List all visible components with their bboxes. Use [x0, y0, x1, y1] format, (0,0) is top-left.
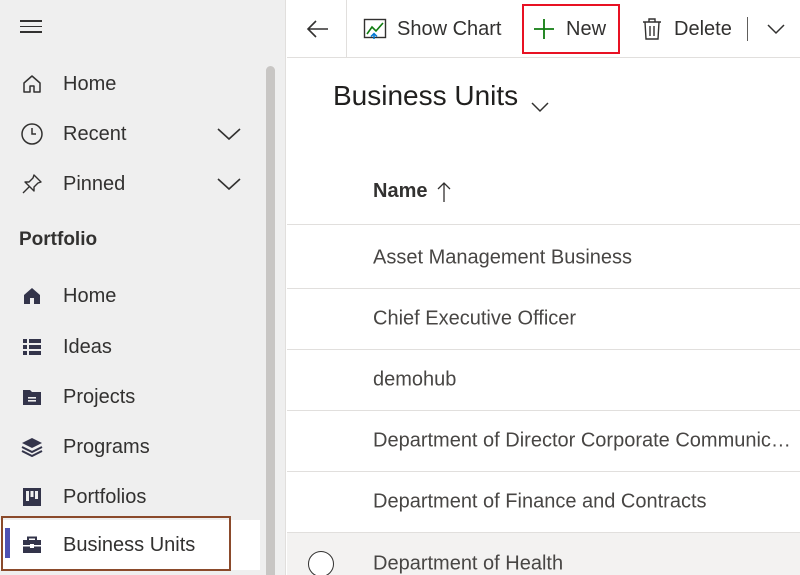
sidebar-group-title: Portfolio	[19, 229, 98, 250]
sidebar-item-label: Business Units	[63, 533, 196, 556]
sidebar-item-pinned[interactable]: Pinned	[0, 162, 262, 206]
selected-indicator	[5, 528, 10, 558]
sidebar: Home Recent Pinned Portfolio Home Ideas	[0, 0, 286, 575]
delete-label: Delete	[674, 17, 732, 40]
home-outline-icon	[20, 72, 44, 96]
command-bar: Show Chart New Delete	[287, 0, 800, 58]
show-chart-label: Show Chart	[397, 17, 502, 40]
table-row[interactable]: Chief Executive Officer	[287, 289, 800, 350]
row-name-cell[interactable]: Chief Executive Officer	[373, 308, 800, 331]
row-name-cell[interactable]: demohub	[373, 369, 800, 392]
sidebar-item-projects[interactable]: Projects	[0, 375, 262, 419]
view-title: Business Units	[333, 80, 519, 111]
sidebar-item-label: Home	[63, 72, 117, 95]
divider	[346, 0, 347, 58]
sidebar-item-label: Home	[63, 284, 117, 307]
table-row[interactable]: Department of Director Corporate Communi…	[287, 411, 800, 472]
new-button[interactable]: New	[532, 0, 606, 58]
column-header-label: Name	[373, 180, 428, 202]
row-name-cell[interactable]: Asset Management Business	[373, 247, 800, 270]
chevron-down-icon[interactable]	[216, 176, 242, 192]
sidebar-item-label: Pinned	[63, 172, 126, 195]
layers-icon	[20, 435, 44, 459]
new-label: New	[566, 17, 607, 40]
chevron-down-icon[interactable]	[216, 126, 242, 142]
hamburger-menu-icon[interactable]	[20, 20, 42, 34]
chevron-down-icon	[530, 89, 550, 113]
back-arrow-icon[interactable]	[301, 14, 333, 44]
chevron-down-icon[interactable]	[765, 20, 787, 38]
table-row[interactable]: demohub	[287, 350, 800, 411]
sidebar-item-ideas[interactable]: Ideas	[0, 325, 262, 369]
sidebar-item-recent[interactable]: Recent	[0, 112, 262, 156]
plus-icon	[532, 17, 556, 41]
show-chart-button[interactable]: Show Chart	[363, 0, 502, 58]
sidebar-scrollbar[interactable]	[266, 66, 275, 575]
chart-icon	[363, 17, 387, 41]
board-icon	[20, 485, 44, 509]
pin-icon	[20, 172, 44, 196]
sidebar-item-home[interactable]: Home	[0, 62, 262, 106]
delete-button[interactable]: Delete	[640, 0, 732, 58]
sidebar-item-programs[interactable]: Programs	[0, 425, 262, 469]
row-name-cell[interactable]: Department of Finance and Contracts	[373, 491, 800, 514]
folder-icon	[20, 385, 44, 409]
sidebar-item-label: Recent	[63, 122, 127, 145]
column-header-name[interactable]: Name	[373, 180, 451, 203]
home-filled-icon	[20, 284, 44, 308]
sidebar-item-business-units[interactable]: Business Units	[0, 520, 260, 570]
row-select-radio[interactable]	[308, 551, 334, 575]
sidebar-item-portfolios[interactable]: Portfolios	[0, 475, 262, 519]
trash-icon	[640, 17, 664, 41]
sidebar-item-label: Portfolios	[63, 485, 147, 508]
sidebar-item-label: Projects	[63, 385, 136, 408]
sidebar-item-portfolio-home[interactable]: Home	[0, 274, 262, 318]
table-row[interactable]: Asset Management Business	[287, 228, 800, 289]
sort-ascending-icon	[437, 181, 451, 203]
sidebar-item-label: Ideas	[63, 335, 112, 358]
row-name-cell[interactable]: Department of Health	[373, 553, 800, 575]
list-icon	[20, 335, 44, 359]
table-row[interactable]: Department of Health	[287, 533, 800, 575]
briefcase-icon	[20, 533, 44, 557]
table-row[interactable]: Department of Finance and Contracts	[287, 472, 800, 533]
row-name-cell[interactable]: Department of Director Corporate Communi…	[373, 430, 800, 453]
divider	[287, 224, 800, 225]
sidebar-item-label: Programs	[63, 435, 150, 458]
view-selector[interactable]: Business Units	[333, 80, 550, 113]
divider	[747, 17, 748, 41]
clock-icon	[20, 122, 44, 146]
